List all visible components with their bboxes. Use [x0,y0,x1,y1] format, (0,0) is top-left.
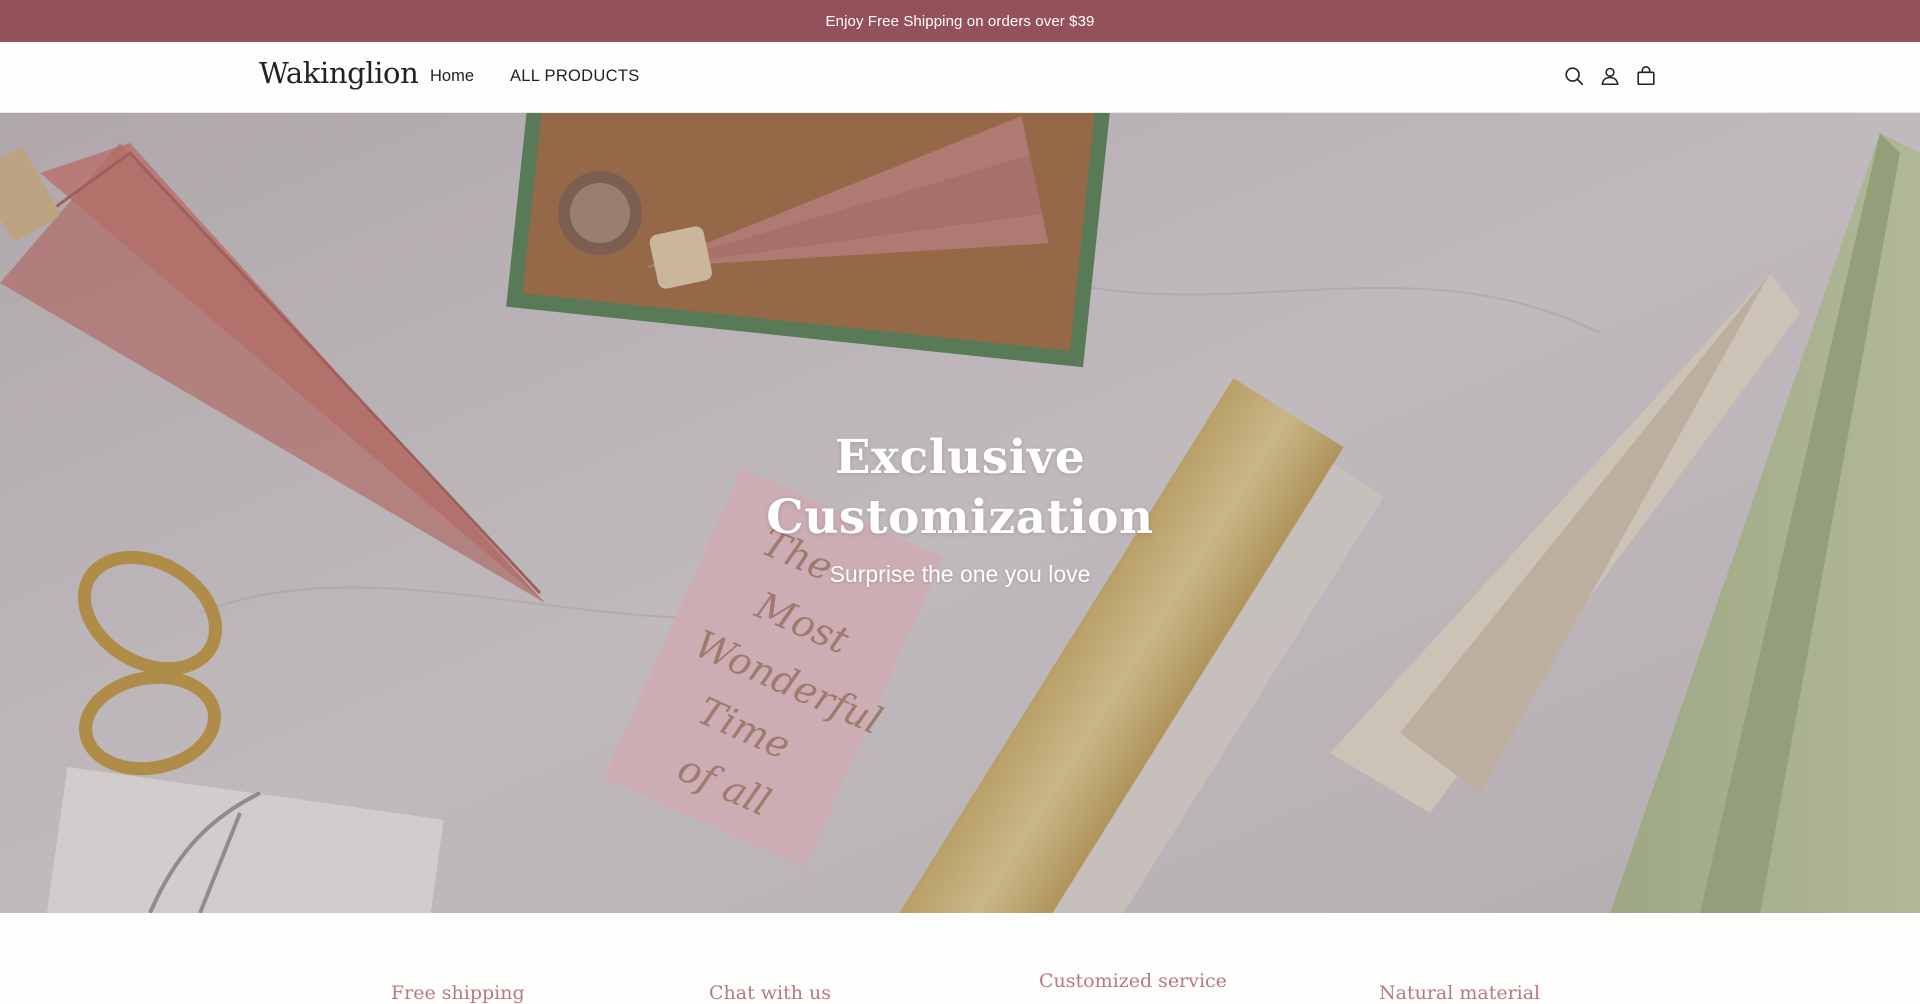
account-icon [1599,67,1621,91]
account-button[interactable] [1599,65,1621,92]
search-button[interactable] [1563,65,1585,92]
hero-title-line-1: Exclusive [834,430,1086,485]
features-row: Free shipping Chat with us Customized se… [0,913,1920,1004]
site-logo[interactable]: Wakinglion [259,56,419,90]
feature-free-shipping: Free shipping [391,982,525,1004]
feature-natural-material: Natural material [1379,982,1541,1004]
nav-home-link[interactable]: Home [430,67,474,86]
hero-title-line-2: Customization [766,490,1154,545]
hero-banner: The Most Wonderful Time of all Exclusive… [0,113,1920,913]
hero-subtitle: Surprise the one you love [829,561,1091,587]
hero-title: Exclusive Customization [0,428,1920,548]
feature-customized-service: Customized service [1039,970,1227,992]
cart-button[interactable] [1635,65,1657,92]
nav-all-products-link[interactable]: ALL PRODUCTS [510,67,640,86]
site-header: Wakinglion Home ALL PRODUCTS [0,42,1920,113]
feature-chat-with-us: Chat with us [709,982,832,1004]
announcement-bar: Enjoy Free Shipping on orders over $39 [0,0,1920,42]
cart-icon [1635,66,1657,91]
search-icon [1563,67,1585,91]
announcement-text: Enjoy Free Shipping on orders over $39 [825,12,1095,30]
